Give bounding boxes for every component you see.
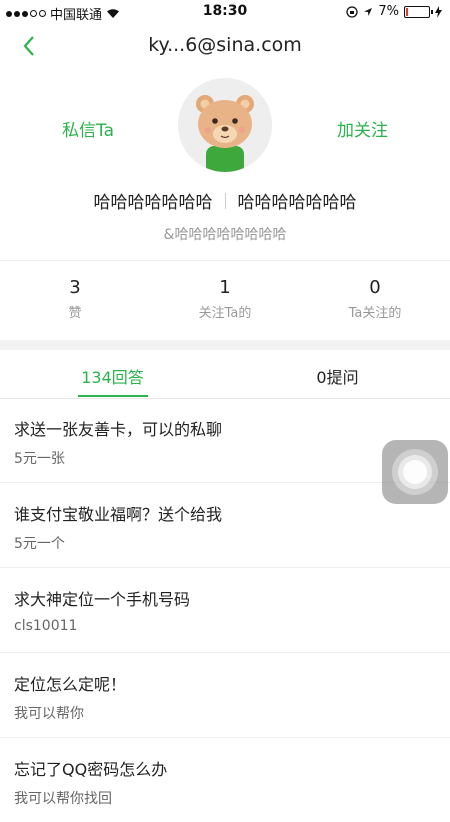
answer-snippet: 我可以帮你 [14,706,84,722]
answer-snippet: 5元一个 [14,536,65,552]
question-title: 求送一张友善卡，可以的私聊 [14,420,223,439]
question-title: 谁支付宝敬业福啊？送个给我 [14,505,223,524]
assistive-touch-button[interactable] [382,440,448,504]
tab-questions[interactable]: 0提问 [225,364,450,388]
display-names: 哈哈哈哈哈哈哈 哈哈哈哈哈哈哈 [0,188,450,213]
battery-percent: 7% [378,4,399,19]
assistive-touch-ring-inner [403,460,427,484]
list-item[interactable]: 忘记了QQ密码怎么办 我可以帮你找回 [0,738,450,822]
charging-icon [435,5,442,18]
orientation-lock-icon [346,5,359,18]
name-divider [224,192,226,209]
list-item[interactable]: 定位怎么定呢！ 我可以帮你 [0,653,450,738]
question-title: 忘记了QQ密码怎么办 [14,760,168,779]
page-title: ky...6@sina.com [148,34,302,56]
status-bar: 中国联通 18:30 7% [0,0,450,24]
stat-likes-count: 3 [69,277,81,298]
nav-bar: ky...6@sina.com [0,24,450,68]
avatar[interactable] [178,78,272,172]
tab-active-indicator [78,395,148,397]
user-handle: &哈哈哈哈哈哈哈哈 [163,227,287,243]
tab-bar: 134回答 0提问 [0,350,450,399]
answer-snippet: cls10011 [14,618,78,634]
battery-icon [404,5,433,18]
message-button[interactable]: 私信Ta [62,116,114,141]
stat-followers-count: 1 [219,277,231,298]
name-left: 哈哈哈哈哈哈哈 [93,193,213,213]
name-right: 哈哈哈哈哈哈哈 [237,193,357,213]
follow-button[interactable]: 加关注 [337,116,388,141]
question-title: 定位怎么定呢！ [14,675,127,694]
stats-row: 3 赞 1 关注Ta的 0 Ta关注的 [0,260,450,341]
stat-following-label: Ta关注的 [348,306,402,321]
stat-followers[interactable]: 1 关注Ta的 [150,277,300,321]
stat-following-count: 0 [369,277,381,298]
profile-header: 私信Ta 加关注 哈哈哈哈哈哈哈 哈哈哈哈哈哈哈 &哈哈哈哈哈哈哈哈 [0,68,450,258]
status-right: 7% [346,4,442,19]
stat-likes[interactable]: 3 赞 [0,277,150,321]
question-title: 求大神定位一个手机号码 [14,590,191,609]
location-icon [364,7,373,16]
answer-snippet: 我可以帮你找回 [14,791,112,807]
stat-followers-label: 关注Ta的 [198,306,252,321]
stat-following[interactable]: 0 Ta关注的 [300,277,450,321]
bear-avatar-icon [178,78,272,172]
list-item[interactable]: 求大神定位一个手机号码 cls10011 [0,568,450,653]
stat-likes-label: 赞 [68,306,82,321]
tab-answers[interactable]: 134回答 [0,364,225,388]
section-divider [0,340,450,350]
answer-snippet: 5元一张 [14,451,65,467]
